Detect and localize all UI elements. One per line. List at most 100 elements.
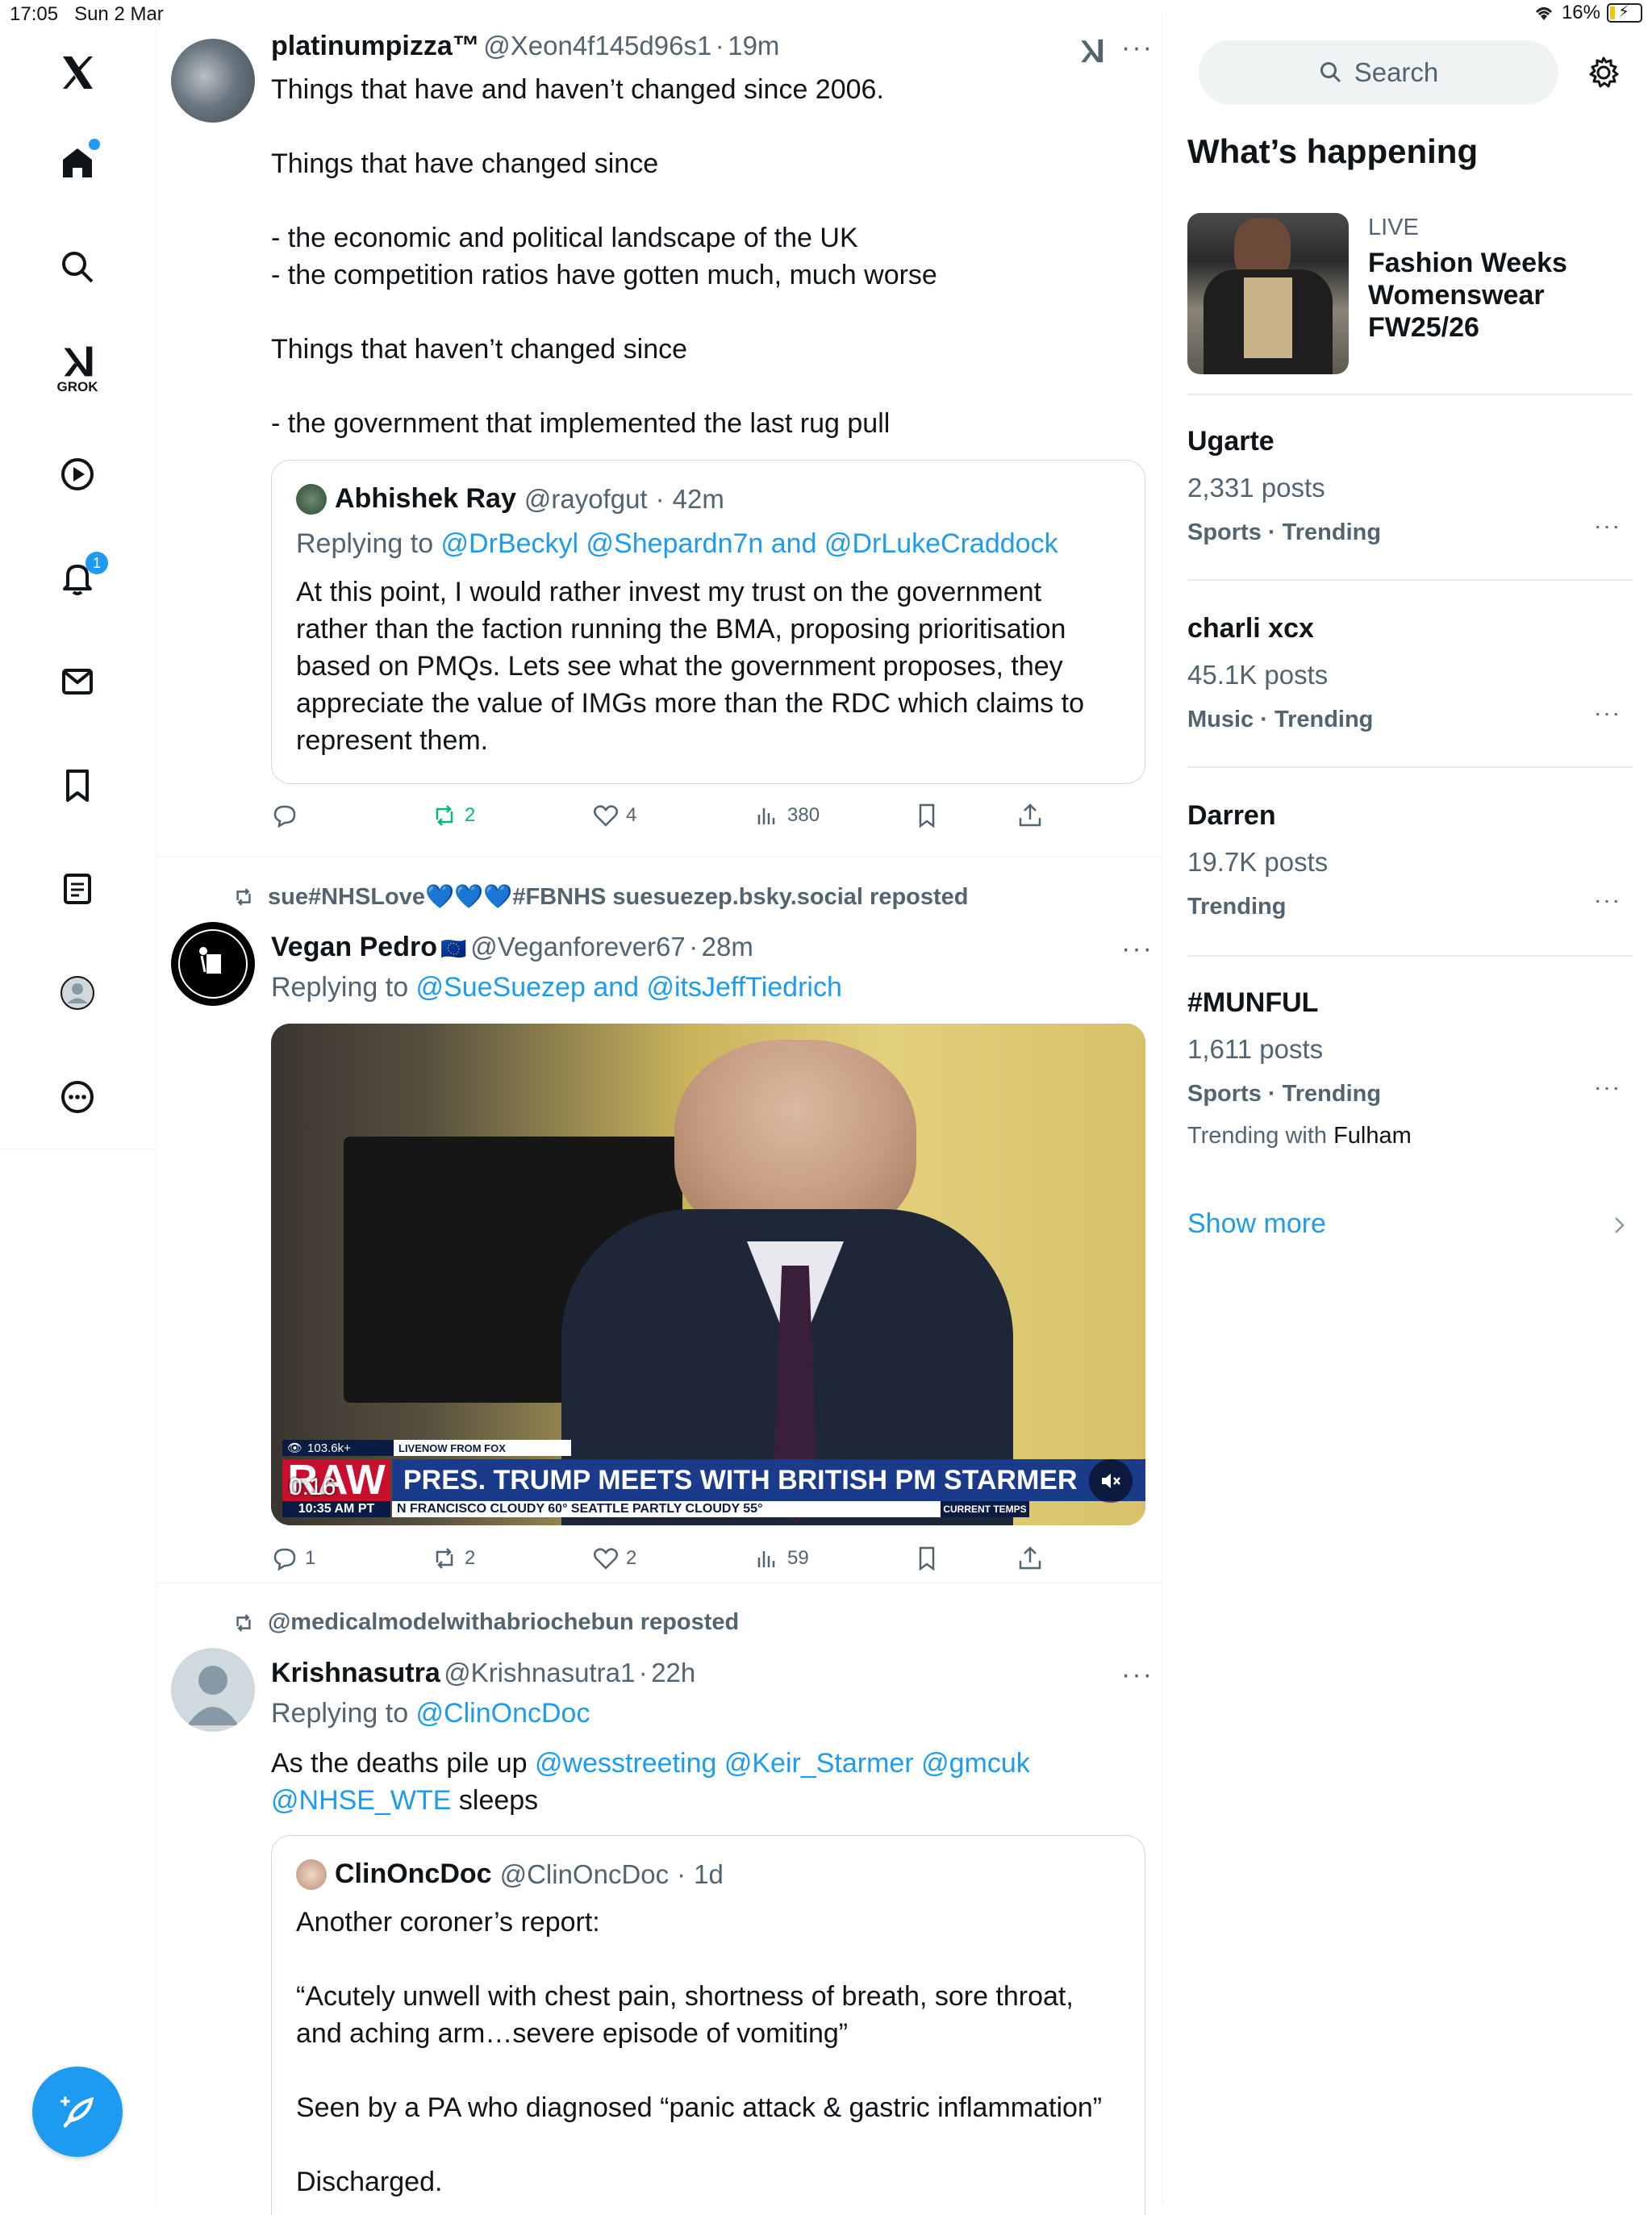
grok-nav[interactable]: GROK [39, 331, 116, 408]
compose-button[interactable] [32, 2067, 123, 2157]
grok-icon[interactable] [1078, 37, 1105, 65]
more-options-icon[interactable]: ··· [1121, 1659, 1153, 1691]
trend-more-icon[interactable]: ··· [1594, 513, 1621, 539]
avatar[interactable] [171, 922, 255, 1006]
repost-button[interactable]: 2 [431, 802, 475, 829]
trend-posts: 45.1K posts [1187, 660, 1329, 690]
share-button[interactable] [1016, 1545, 1044, 1572]
author-name[interactable]: Vegan Pedro [271, 932, 437, 962]
live-event-card[interactable]: LIVE Fashion Weeks Womenswear FW25/26 [1187, 213, 1639, 376]
settings-gear-icon[interactable] [1586, 55, 1621, 90]
share-icon [1019, 1546, 1041, 1570]
trend-posts: 19.7K posts [1187, 847, 1329, 877]
like-button[interactable]: 4 [592, 802, 636, 829]
bookmarks-icon[interactable] [39, 747, 116, 824]
replying-to: Replying to @SueSuezep and @itsJeffTiedr… [271, 972, 842, 1003]
quoted-tweet[interactable]: ClinOncDoc @ClinOncDoc · 1d Another coro… [271, 1835, 1145, 2215]
video-player[interactable]: 👁 103.6k+ LIVENOW FROM FOX RAW PRES. TRUM… [271, 1024, 1145, 1525]
reply-icon [273, 1548, 296, 1571]
lists-icon[interactable] [39, 850, 116, 928]
trend-category: Sports · Trending [1187, 1081, 1382, 1107]
replying-to-mentions[interactable]: @SueSuezep and @itsJeffTiedrich [416, 972, 842, 1003]
notifications-icon[interactable]: 1 [39, 539, 116, 616]
tweet-header: Krishnasutra @Krishnasutra1 · 22h [271, 1658, 696, 1688]
x-logo-icon[interactable] [39, 34, 116, 111]
author-handle[interactable]: @Veganforever67 [470, 932, 686, 962]
search-input[interactable]: Search [1199, 40, 1558, 105]
bookmark-button[interactable] [913, 1545, 941, 1572]
tweet-text: As the deaths pile up @wesstreeting @Kei… [271, 1748, 1030, 1816]
trend-more-icon[interactable]: ··· [1594, 887, 1621, 913]
more-options-icon[interactable]: ··· [1121, 933, 1153, 965]
views-button[interactable]: 59 [753, 1545, 809, 1572]
trend-item[interactable]: Ugarte 2,331 posts Sports · Trending ··· [1187, 426, 1639, 555]
avatar-logo-icon [178, 929, 248, 999]
live-event-title: Fashion Weeks Womenswear FW25/26 [1368, 248, 1567, 343]
home-icon[interactable] [39, 124, 116, 202]
quote-header: Abhishek Ray @rayofgut · 42m [296, 483, 724, 515]
replying-to-mentions[interactable]: @ClinOncDoc [416, 1698, 590, 1729]
share-button[interactable] [1016, 802, 1044, 829]
replying-to-mentions[interactable]: @DrBeckyl @Shepardn7n and @DrLukeCraddoc… [441, 528, 1058, 559]
trend-item[interactable]: Darren 19.7K posts Trending ··· [1187, 800, 1639, 929]
quote-text: Another coroner’s report: “Acutely unwel… [296, 1907, 1103, 2197]
mute-button[interactable] [1089, 1459, 1133, 1503]
author-name[interactable]: platinumpizza™ [271, 31, 480, 61]
chevron-right-icon[interactable] [1612, 1215, 1628, 1236]
quote-replying-to: Replying to @DrBeckyl @Shepardn7n and @D… [296, 528, 1058, 559]
author-handle[interactable]: @Krishnasutra1 [444, 1658, 635, 1687]
search-icon [1320, 62, 1341, 83]
quote-author-name: Abhishek Ray [335, 483, 516, 514]
messages-icon[interactable] [39, 643, 116, 720]
tweet-header: platinumpizza™ @Xeon4f145d96s1 · 19m [271, 31, 780, 61]
tweet-time[interactable]: 22h [651, 1658, 695, 1687]
reply-button[interactable] [271, 802, 305, 829]
tweet[interactable]: platinumpizza™ @Xeon4f145d96s1 · 19m ···… [156, 15, 1162, 857]
search-icon[interactable] [39, 228, 116, 306]
reply-button[interactable]: 1 [271, 1545, 315, 1572]
trend-more-icon[interactable]: ··· [1594, 700, 1621, 726]
quote-text: At this point, I would rather invest my … [296, 577, 1084, 756]
profile-icon[interactable] [39, 954, 116, 1032]
tweet-actions: 1 2 2 59 [271, 1545, 1158, 1577]
more-icon[interactable] [39, 1058, 116, 1136]
whats-happening-heading: What’s happening [1187, 132, 1479, 170]
like-button[interactable]: 2 [592, 1545, 636, 1572]
more-options-icon[interactable]: ··· [1121, 32, 1153, 64]
quoted-tweet[interactable]: Abhishek Ray @rayofgut · 42m Replying to… [271, 460, 1145, 784]
views-button[interactable]: 380 [753, 802, 820, 829]
quote-author-name: ClinOncDoc [335, 1858, 492, 1889]
share-icon [1019, 803, 1041, 827]
repost-icon [436, 1548, 453, 1569]
avatar[interactable] [171, 1648, 255, 1732]
battery-icon: ⚡ [1607, 3, 1642, 23]
trend-category: Music · Trending [1187, 707, 1374, 732]
wifi-icon [1535, 7, 1553, 20]
bookmark-button[interactable] [913, 802, 941, 829]
eu-flag-icon: 🇪🇺 [440, 936, 467, 961]
tweet-time[interactable]: 28m [702, 932, 753, 962]
muted-speaker-icon [1102, 1474, 1120, 1488]
tweet-time[interactable]: 19m [728, 31, 779, 60]
live-label: LIVE [1368, 215, 1419, 240]
heart-icon [594, 805, 618, 827]
tweet[interactable]: @medicalmodelwithabriochebun reposted Kr… [156, 1583, 1162, 2215]
repost-icon [236, 1613, 251, 1632]
repost-icon [236, 888, 251, 906]
trend-item[interactable]: #MUNFUL 1,611 posts Sports · Trending ··… [1187, 987, 1639, 1157]
avatar[interactable] [171, 39, 255, 123]
tweet[interactable]: sue#NHSLove💙💙💙#FBNHS suesuezep.bsky.soci… [156, 857, 1162, 1583]
video-source-chip: LIVENOW FROM FOX [394, 1440, 571, 1456]
author-handle[interactable]: @Xeon4f145d96s1 [483, 31, 711, 60]
quote-author-handle: @rayofgut [524, 483, 648, 514]
show-more-link[interactable]: Show more [1187, 1208, 1326, 1240]
quote-header: ClinOncDoc @ClinOncDoc · 1d [296, 1858, 724, 1890]
author-name[interactable]: Krishnasutra [271, 1658, 440, 1688]
trend-item[interactable]: charli xcx 45.1K posts Music · Trending … [1187, 613, 1639, 742]
video-icon[interactable] [39, 436, 116, 513]
trend-divider [1187, 394, 1633, 395]
trend-divider [1187, 766, 1633, 768]
quote-time: 42m [672, 483, 724, 514]
repost-button[interactable]: 2 [431, 1545, 475, 1572]
trend-more-icon[interactable]: ··· [1594, 1074, 1621, 1100]
